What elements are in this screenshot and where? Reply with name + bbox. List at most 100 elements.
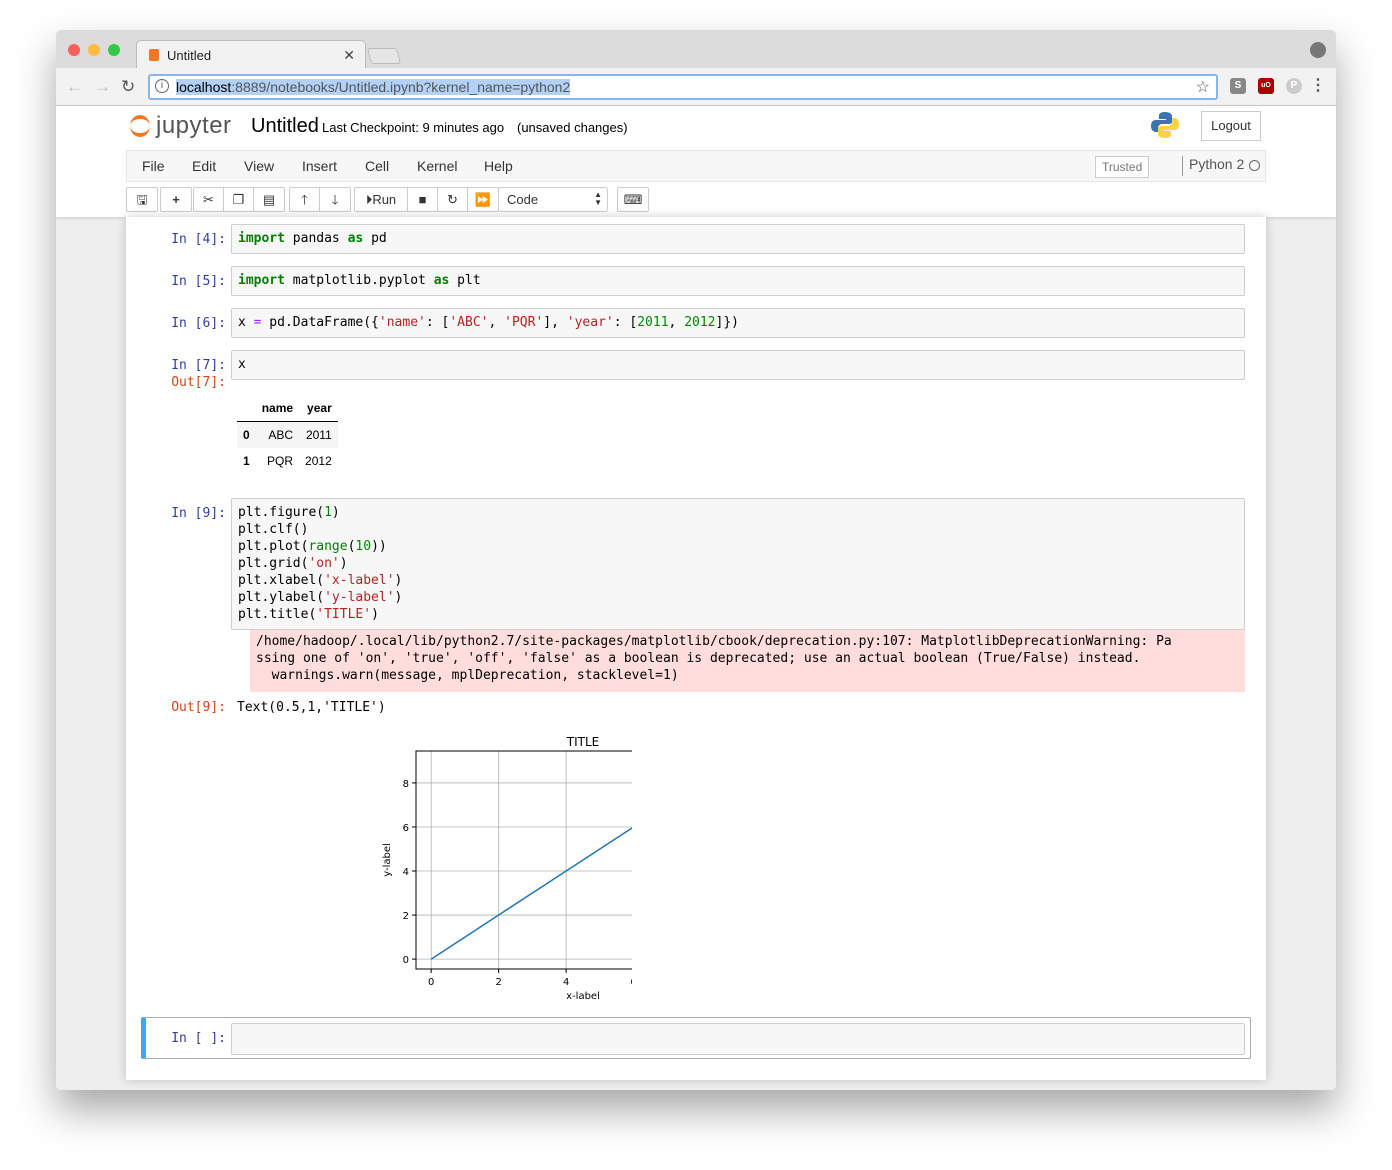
- logout-button[interactable]: Logout: [1201, 111, 1261, 141]
- code-token: pandas: [284, 231, 348, 246]
- code-token: plt.ylabel(: [238, 590, 325, 605]
- code-cell-input[interactable]: x = pd.DataFrame({'name': ['ABC', 'PQR']…: [231, 308, 1245, 338]
- extension-p-icon[interactable]: P: [1286, 78, 1302, 94]
- keyboard-icon[interactable]: ⌨: [618, 188, 648, 211]
- run-button[interactable]: ⏵Run: [355, 188, 408, 211]
- code-token: pd: [363, 231, 387, 246]
- run-all-icon[interactable]: ⏩: [468, 188, 498, 211]
- column-header: year: [299, 395, 338, 422]
- code-token: ,: [488, 315, 505, 330]
- browser-tab[interactable]: Untitled ✕: [136, 40, 366, 69]
- run-label: Run: [372, 192, 397, 207]
- code-token: 'y-label': [324, 590, 395, 605]
- input-prompt: In [6]:: [171, 316, 226, 331]
- move-down-icon[interactable]: 🡓: [320, 188, 350, 211]
- menu-file[interactable]: File: [142, 158, 165, 174]
- cut-icon[interactable]: ✂: [194, 188, 224, 211]
- minimize-window-button[interactable]: [88, 44, 100, 56]
- info-icon[interactable]: i: [155, 79, 169, 93]
- cell-type-select[interactable]: Code ▲ ▼: [498, 187, 608, 212]
- code-token: x: [238, 357, 246, 372]
- code-token: 'on': [308, 556, 340, 571]
- back-icon[interactable]: ←: [66, 77, 83, 97]
- jupyter-logo[interactable]: jupyter: [130, 112, 232, 140]
- notebook-header: jupyter Untitled Last Checkpoint: 9 minu…: [56, 106, 1336, 217]
- code-cell-input[interactable]: plt.figure(1) plt.clf() plt.plot(range(1…: [231, 498, 1245, 630]
- code-token: import: [238, 231, 285, 246]
- y-tick-label: 0: [403, 955, 409, 966]
- line-chart: 0246802468TITLEx-labely-label: [382, 735, 632, 1002]
- menu-cell[interactable]: Cell: [365, 158, 389, 174]
- code-cell-input[interactable]: [231, 1023, 1245, 1055]
- chrome-menu-icon[interactable]: ⋮: [1310, 78, 1326, 94]
- code-cell-input[interactable]: import pandas as pd: [231, 224, 1245, 254]
- kernel-name: Python 2: [1182, 156, 1244, 176]
- move-up-icon[interactable]: 🡑: [290, 188, 320, 211]
- code-token: import: [238, 273, 285, 288]
- y-tick-label: 8: [403, 779, 409, 790]
- stop-icon[interactable]: ■: [408, 188, 438, 211]
- column-header: name: [255, 395, 300, 422]
- bookmark-star-icon[interactable]: ☆: [1196, 77, 1210, 97]
- forward-icon[interactable]: →: [94, 77, 111, 97]
- restart-icon[interactable]: ↻: [438, 188, 468, 211]
- x-tick-label: 6: [630, 977, 632, 988]
- code-token: plt.clf(): [238, 522, 309, 537]
- close-window-button[interactable]: [68, 44, 80, 56]
- code-token: ): [394, 573, 403, 588]
- code-cell-input[interactable]: import matplotlib.pyplot as plt: [231, 266, 1245, 296]
- dataframe-output: name year 0 ABC 2011 1 PQR 2012: [237, 395, 338, 474]
- code-token: 10: [355, 539, 372, 554]
- trusted-badge[interactable]: Trusted: [1095, 156, 1150, 178]
- menu-kernel[interactable]: Kernel: [417, 158, 457, 174]
- table-row: 1 PQR 2012: [243, 454, 332, 468]
- menu-bar: File Edit View Insert Cell Kernel Help T…: [126, 150, 1266, 182]
- ublock-icon[interactable]: uO: [1258, 78, 1274, 94]
- input-prompt: In [7]:: [171, 358, 226, 373]
- extension-s-icon[interactable]: S: [1230, 78, 1246, 94]
- y-tick-label: 6: [403, 823, 409, 834]
- code-token: plt.xlabel(: [238, 573, 325, 588]
- code-token: 'year': [566, 315, 614, 330]
- menu-edit[interactable]: Edit: [192, 158, 216, 174]
- cell-type-value: Code: [507, 192, 539, 207]
- jupyter-page: jupyter Untitled Last Checkpoint: 9 minu…: [56, 106, 1336, 1090]
- profile-icon[interactable]: [1310, 42, 1326, 58]
- tab-bar: Untitled ✕: [56, 30, 1336, 69]
- save-icon[interactable]: 🖫: [127, 188, 157, 211]
- code-token: 1: [324, 505, 332, 520]
- output-prompt: Out[9]:: [171, 700, 226, 715]
- input-prompt: In [4]:: [171, 232, 226, 247]
- paste-icon[interactable]: ▤: [254, 188, 284, 211]
- code-token: matplotlib.pyplot: [284, 273, 434, 288]
- menu-view[interactable]: View: [244, 158, 274, 174]
- x-tick-label: 4: [563, 977, 569, 988]
- new-tab-button[interactable]: [366, 48, 402, 64]
- output-text: Text(0.5,1,'TITLE'): [237, 700, 386, 715]
- url-input[interactable]: i localhost:8889/notebooks/Untitled.ipynb…: [148, 74, 1218, 100]
- input-prompt: In [ ]:: [171, 1031, 226, 1046]
- select-arrows-icon: ▲ ▼: [594, 190, 602, 207]
- code-token: ,: [668, 315, 685, 330]
- code-token: ): [339, 556, 348, 571]
- autosave-status: (unsaved changes): [517, 120, 628, 135]
- reload-icon[interactable]: ↻: [121, 77, 135, 97]
- code-token: as: [347, 231, 364, 246]
- copy-icon[interactable]: ❐: [224, 188, 254, 211]
- code-token: plt.grid(: [238, 556, 309, 571]
- notebook-name[interactable]: Untitled: [251, 115, 319, 138]
- series-line: [430, 827, 632, 960]
- menu-help[interactable]: Help: [484, 158, 513, 174]
- code-cell-input[interactable]: x: [231, 350, 1245, 380]
- maximize-window-button[interactable]: [108, 44, 120, 56]
- menu-insert[interactable]: Insert: [302, 158, 337, 174]
- code-token: 'x-label': [324, 573, 395, 588]
- code-token: ]}): [715, 315, 739, 330]
- close-tab-icon[interactable]: ✕: [343, 47, 355, 64]
- deprecation-warning: /home/hadoop/.local/lib/python2.7/site-p…: [250, 627, 1245, 692]
- code-token: : [: [613, 315, 638, 330]
- insert-cell-icon[interactable]: +: [161, 188, 191, 211]
- table-row: 0 ABC 2011: [237, 421, 338, 448]
- code-token: ): [394, 590, 403, 605]
- url-path: :8889/notebooks/Untitled.ipynb?kernel_na…: [231, 79, 571, 95]
